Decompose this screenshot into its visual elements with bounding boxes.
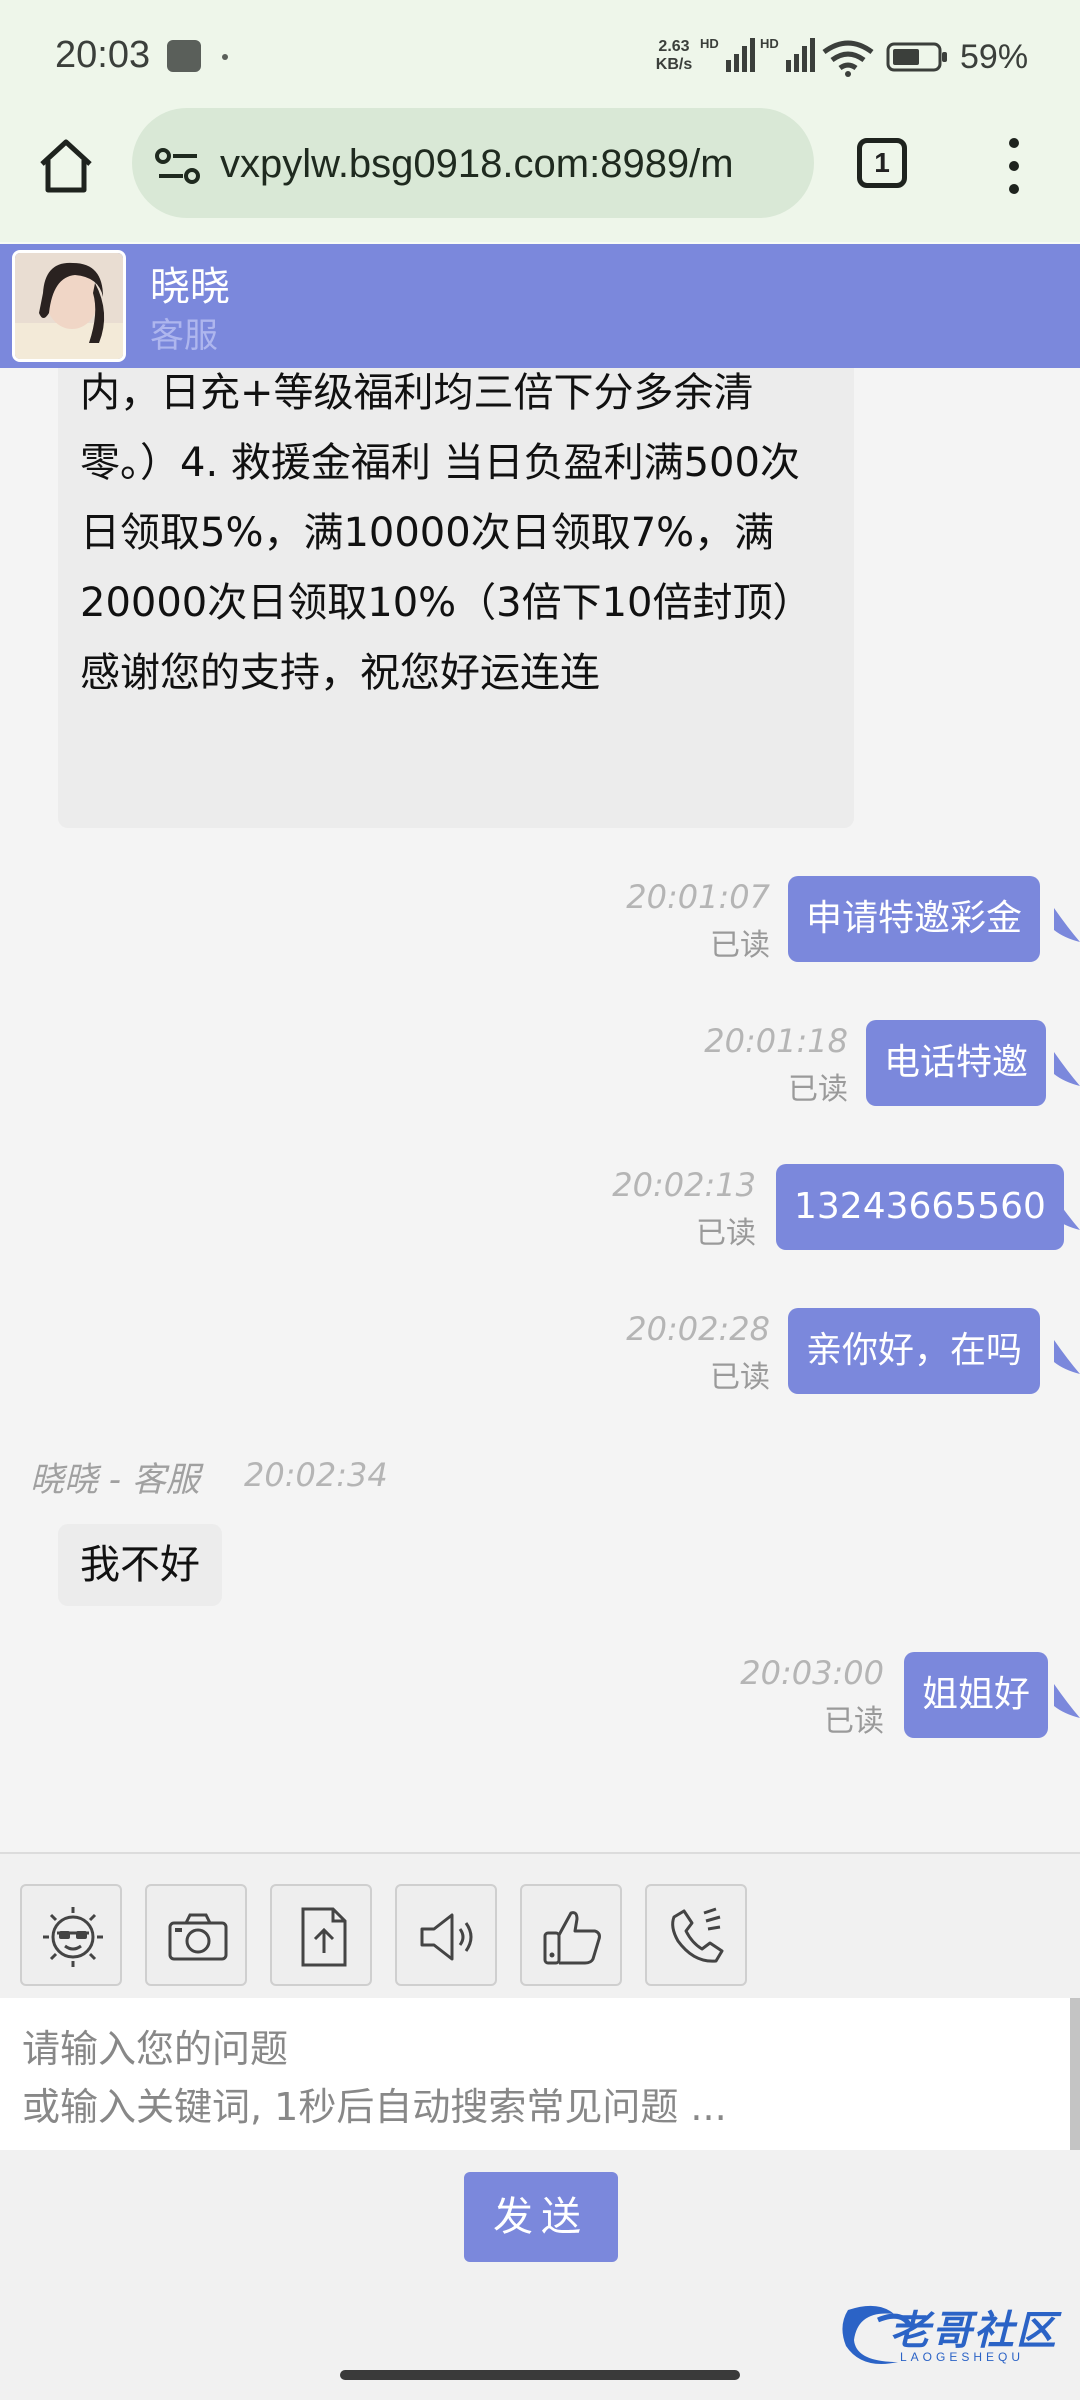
signal-2-hd-label: HD [760,36,779,51]
status-time: 20:03 [55,34,151,76]
upload-file-icon [301,1907,347,1967]
message-input[interactable] [0,1998,1060,2150]
message-out: 姐姐好 [904,1652,1049,1738]
notification-dot-icon [222,54,228,60]
bubble-tail-icon [1054,908,1080,942]
message-in: 我不好 [58,1524,222,1606]
read-status: 已读 [696,1216,756,1251]
tab-switcher-button[interactable]: 1 [857,138,907,188]
more-menu-icon[interactable] [1000,138,1028,194]
read-status: 已读 [710,928,770,963]
upload-file-button[interactable] [270,1884,372,1986]
signal-icon: HD [700,36,755,72]
message-out: 亲你好，在吗 [788,1308,1041,1394]
browser-toolbar: vxpylw.bsg0918.com:8989/m 1 [0,108,1080,242]
site-settings-icon[interactable] [155,146,201,186]
notification-icon [167,40,201,72]
message-out: 申请特邀彩金 [788,876,1041,962]
home-indicator[interactable] [340,2370,740,2380]
message-time: 20:02:13 [612,1166,756,1204]
voice-button[interactable] [395,1884,497,1986]
home-icon[interactable] [34,134,98,198]
read-status: 已读 [824,1704,884,1739]
read-status: 已读 [710,1360,770,1395]
read-status: 已读 [788,1072,848,1107]
bubble-tail-icon [1054,1196,1080,1230]
message-input-area [0,1998,1080,2150]
status-bar: 20:03 2.63 KB/s HD HD 59% [0,0,1080,108]
chat-toolbar [0,1852,1080,1998]
message-out: 13243665560 [776,1164,1064,1250]
network-speed: 2.63 KB/s [655,38,693,73]
call-button[interactable] [645,1884,747,1986]
bubble-tail-icon [1054,1340,1080,1374]
wifi-icon [822,40,874,77]
bubble-tail-icon [1054,1684,1080,1718]
message-out: 电话特邀 [866,1020,1047,1106]
camera-icon [168,1913,228,1961]
emoji-icon [43,1907,103,1967]
thumbs-up-icon [543,1911,601,1965]
message-time: 20:02:28 [626,1310,770,1348]
signal-2-icon: HD [760,36,815,72]
message-time: 20:01:07 [626,878,770,916]
message-time: 20:03:00 [740,1654,884,1692]
input-scrollbar[interactable] [1070,1998,1080,2150]
camera-button[interactable] [145,1884,247,1986]
bubble-tail-icon [1054,1052,1080,1086]
battery-percent: 59% [960,38,1029,76]
phone-icon [671,1907,724,1963]
url-text[interactable]: vxpylw.bsg0918.com:8989/m [220,142,792,192]
watermark-subtext: LAOGESHEQU [900,2350,1025,2364]
battery-icon [886,42,947,72]
rate-button[interactable] [520,1884,622,1986]
emoji-button[interactable] [20,1884,122,1986]
message-time: 20:02:34 [244,1456,388,1494]
sender-name: 晓晓 - 客服 [30,1460,200,1500]
contact-role: 客服 [150,316,218,356]
contact-name: 晓晓 [150,264,230,310]
message-time: 20:01:18 [704,1022,848,1060]
signal-hd-label: HD [700,36,719,51]
contact-header: 晓晓 客服 [0,244,1080,368]
send-button[interactable]: 发送 [464,2172,618,2262]
avatar-image [15,253,123,359]
voice-icon [420,1913,473,1961]
avatar[interactable] [12,250,126,362]
chat-messages: 20000送588，满30000送888，满50000送1288（当日首充金额不… [0,244,1080,1852]
watermark-text: 老哥社区 [890,2308,1058,2354]
